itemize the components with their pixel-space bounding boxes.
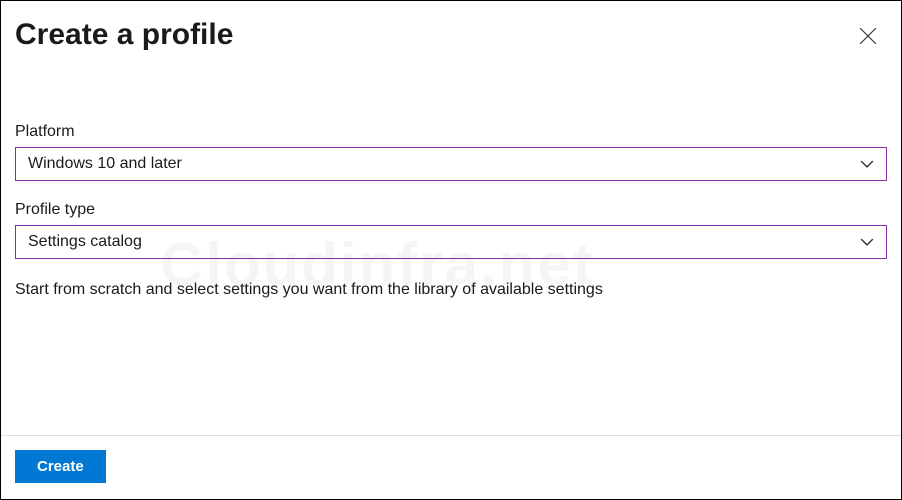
panel-title: Create a profile — [15, 17, 233, 53]
chevron-down-icon — [860, 157, 874, 171]
close-icon — [859, 27, 877, 48]
platform-select[interactable]: Windows 10 and later — [15, 147, 887, 181]
chevron-down-icon — [860, 235, 874, 249]
platform-label: Platform — [15, 123, 887, 141]
profile-type-select[interactable]: Settings catalog — [15, 225, 887, 259]
platform-select-value: Windows 10 and later — [28, 155, 182, 173]
panel-content: Platform Windows 10 and later Profile ty… — [1, 53, 901, 435]
close-button[interactable] — [855, 23, 881, 52]
panel-footer: Create — [1, 435, 901, 499]
create-button[interactable]: Create — [15, 450, 106, 483]
profile-type-select-value: Settings catalog — [28, 233, 142, 251]
platform-field-group: Platform Windows 10 and later — [15, 123, 887, 181]
profile-type-field-group: Profile type Settings catalog — [15, 201, 887, 259]
profile-type-label: Profile type — [15, 201, 887, 219]
panel-header: Create a profile — [1, 1, 901, 53]
profile-type-description: Start from scratch and select settings y… — [15, 279, 887, 301]
